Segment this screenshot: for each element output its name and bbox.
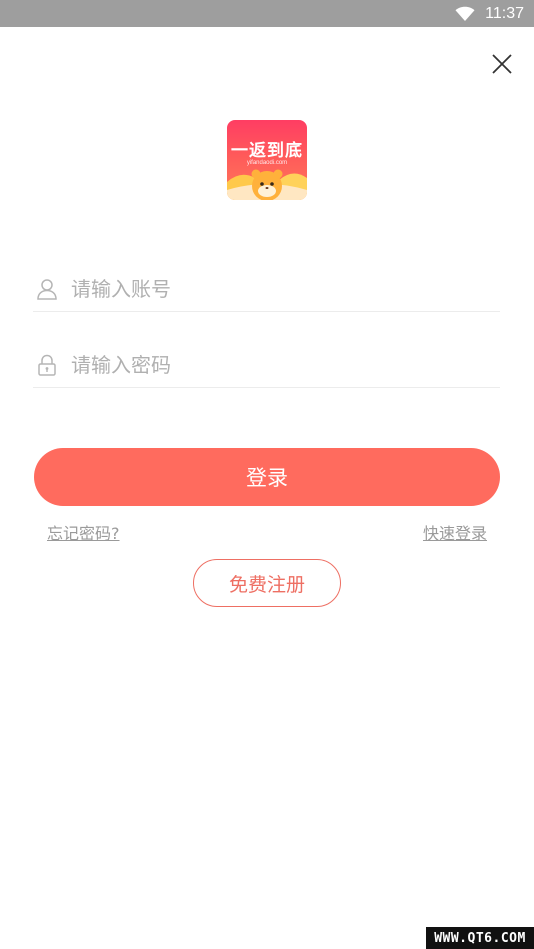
hamster-mascot-icon xyxy=(227,169,307,200)
register-button[interactable]: 免费注册 xyxy=(193,559,341,607)
password-field xyxy=(33,342,500,388)
account-field xyxy=(33,266,500,312)
app-logo: 一返到底 yifandaodi.com xyxy=(227,120,307,200)
quick-login-link[interactable]: 快速登录 xyxy=(423,520,487,544)
status-bar: 11:37 xyxy=(0,0,534,27)
status-time: 11:37 xyxy=(485,4,524,22)
watermark: WWW.QT6.COM xyxy=(426,927,534,949)
wifi-icon xyxy=(455,6,475,21)
user-icon xyxy=(37,278,57,300)
forgot-password-link[interactable]: 忘记密码? xyxy=(47,520,120,544)
login-screen: 11:37 一返到底 yifandaodi.com 请输入账号 登录 忘记密码?… xyxy=(0,0,534,949)
account-input[interactable] xyxy=(71,276,500,301)
password-input[interactable] xyxy=(71,352,500,377)
close-icon xyxy=(492,54,512,74)
close-button[interactable] xyxy=(488,50,516,78)
login-button[interactable]: 登录 xyxy=(34,448,500,506)
lock-icon xyxy=(38,354,56,376)
